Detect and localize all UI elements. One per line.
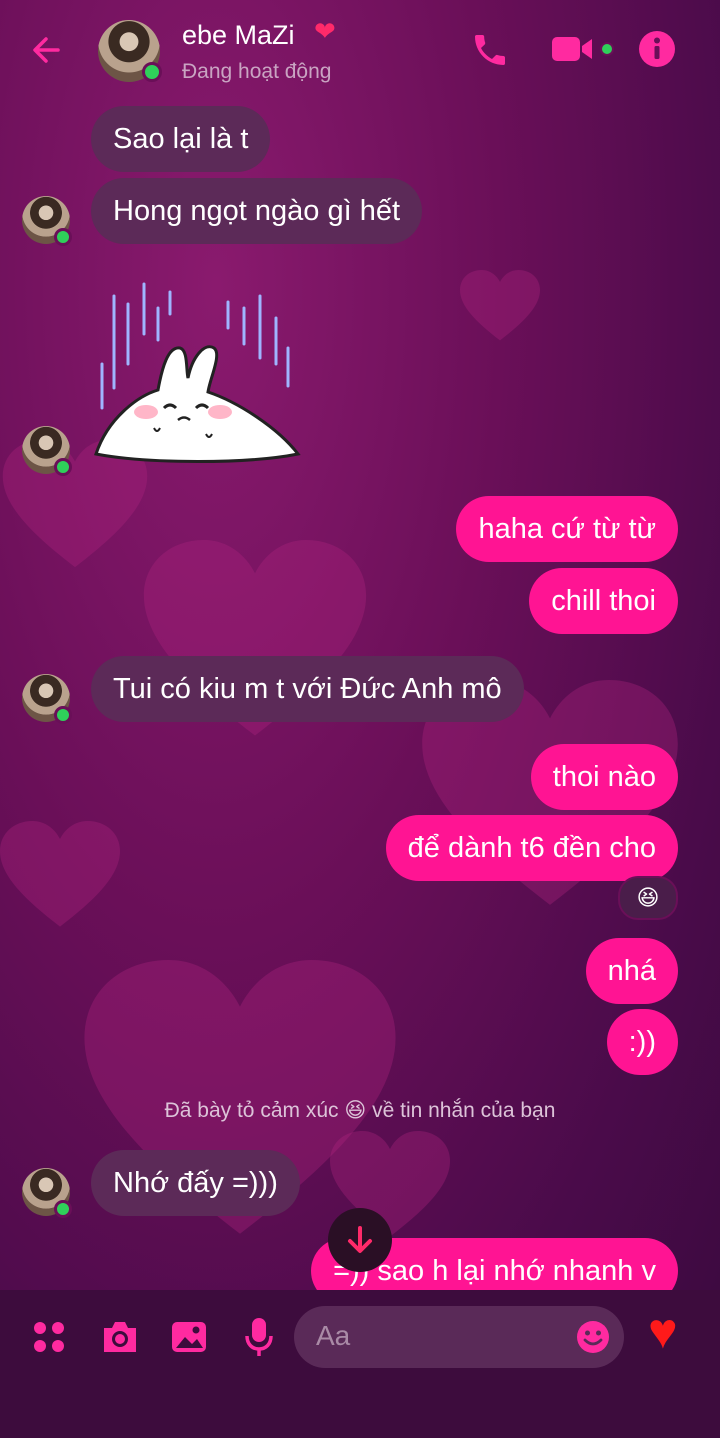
message-reaction[interactable]: 😆	[618, 876, 678, 920]
camera-icon[interactable]	[100, 1318, 140, 1356]
outgoing-message[interactable]: thoi nào	[530, 744, 678, 810]
online-indicator	[54, 458, 72, 476]
incoming-message[interactable]: Tui có kiu m t với Đức Anh mô	[91, 656, 524, 722]
outgoing-message[interactable]: để dành t6 đền cho	[385, 815, 678, 881]
info-icon[interactable]	[638, 30, 676, 68]
back-arrow-icon[interactable]	[28, 30, 68, 70]
online-indicator	[54, 706, 72, 724]
emoji-picker-icon[interactable]	[576, 1320, 610, 1354]
gallery-icon[interactable]	[170, 1318, 208, 1356]
online-indicator	[142, 62, 162, 82]
incoming-message[interactable]: Hong ngọt ngào gì hết	[91, 178, 423, 244]
video-call-icon[interactable]	[552, 34, 596, 64]
crying-bunny-sticker[interactable]	[88, 278, 308, 468]
reaction-notice-text: về tin nhắn của bạn	[372, 1099, 556, 1122]
incoming-message[interactable]: Nhớ đấy =)))	[91, 1150, 300, 1216]
chat-header: ebe MaZi ❤ Đang hoạt động	[0, 0, 720, 100]
reaction-notice-text: Đã bày tỏ cảm xúc	[164, 1099, 339, 1122]
incoming-message[interactable]: Sao lại là t	[91, 106, 271, 172]
phone-call-icon[interactable]	[470, 30, 510, 70]
reaction-notice-emoji: 😆	[344, 1099, 367, 1122]
online-indicator	[54, 228, 72, 246]
microphone-icon[interactable]	[244, 1316, 274, 1358]
outgoing-message[interactable]: chill thoi	[529, 568, 678, 634]
heart-send-button[interactable]: ♥	[648, 1306, 678, 1356]
outgoing-message[interactable]: :))	[606, 1009, 678, 1075]
scroll-to-bottom-button[interactable]	[328, 1208, 392, 1272]
online-indicator	[54, 1200, 72, 1218]
video-active-dot	[600, 42, 614, 56]
name-heart-emoji: ❤	[314, 16, 336, 46]
contact-name[interactable]: ebe MaZi	[182, 20, 295, 51]
apps-menu-icon[interactable]	[32, 1320, 66, 1354]
active-status: Đang hoạt động	[182, 60, 332, 83]
message-input-placeholder: Aa	[316, 1320, 351, 1351]
reaction-notice: Đã bày tỏ cảm xúc 😆 về tin nhắn của bạn	[0, 1098, 720, 1123]
arrow-down-icon	[348, 1226, 372, 1253]
outgoing-message[interactable]: haha cứ từ từ	[456, 496, 678, 562]
outgoing-message[interactable]: nhá	[585, 938, 678, 1004]
